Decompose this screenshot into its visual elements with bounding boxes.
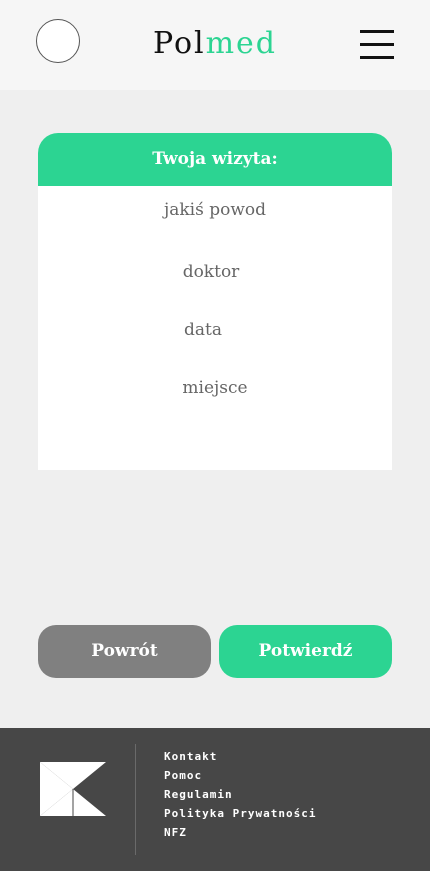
- brand-prefix: Pol: [152, 26, 206, 61]
- visit-doctor: doktor: [182, 262, 240, 282]
- brand-accent: med: [205, 26, 278, 61]
- footer-divider: [135, 744, 136, 855]
- app-header: Polmed: [0, 0, 430, 90]
- footer: Kontakt Pomoc Regulamin Polityka Prywatn…: [0, 728, 430, 871]
- visit-date: data: [184, 320, 222, 340]
- visit-place: miejsce: [182, 378, 248, 398]
- visit-reason: jakiś powod: [163, 200, 267, 220]
- visit-card-title: Twoja wizyta:: [38, 133, 392, 186]
- hourglass-logo-icon: [40, 762, 106, 816]
- hamburger-menu-icon[interactable]: [360, 30, 394, 60]
- footer-link-terms[interactable]: Regulamin: [164, 785, 316, 804]
- footer-links: Kontakt Pomoc Regulamin Polityka Prywatn…: [164, 747, 316, 842]
- back-button[interactable]: Powrót: [38, 625, 211, 678]
- footer-link-contact[interactable]: Kontakt: [164, 747, 316, 766]
- footer-link-help[interactable]: Pomoc: [164, 766, 316, 785]
- visit-card: Twoja wizyta: jakiś powod doktor data mi…: [38, 133, 392, 470]
- confirm-button[interactable]: Potwierdź: [219, 625, 392, 678]
- footer-link-nfz[interactable]: NFZ: [164, 823, 316, 842]
- footer-link-privacy[interactable]: Polityka Prywatności: [164, 804, 316, 823]
